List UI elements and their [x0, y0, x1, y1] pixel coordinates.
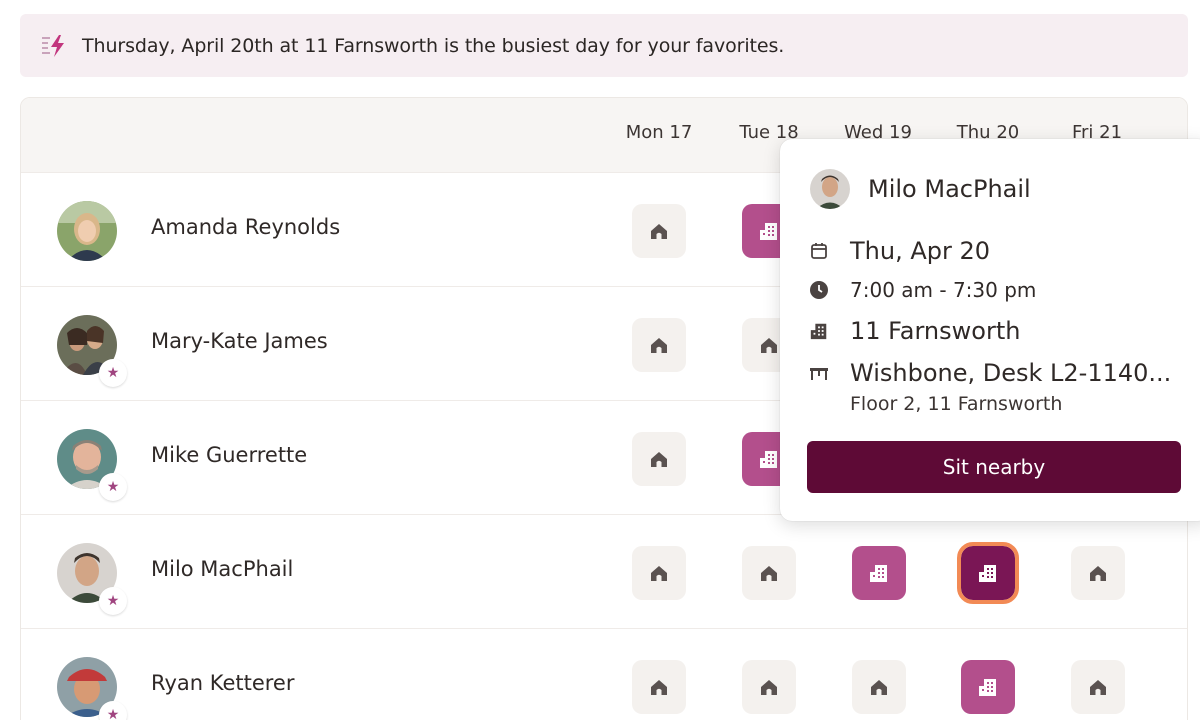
- popover-time: 7:00 am - 7:30 pm: [850, 278, 1037, 302]
- popover-building: 11 Farnsworth: [850, 317, 1021, 345]
- avatar[interactable]: [57, 201, 117, 261]
- home-icon: [651, 224, 667, 239]
- home-day-cell[interactable]: [632, 660, 686, 714]
- favorite-star-icon: ★: [99, 473, 127, 501]
- office-day-cell[interactable]: [852, 546, 906, 600]
- popover-building-line: 11 Farnsworth: [808, 317, 1020, 345]
- home-icon: [871, 680, 887, 695]
- home-icon: [761, 680, 777, 695]
- clock-icon: [808, 279, 830, 301]
- office-day-cell-selected[interactable]: [957, 542, 1019, 604]
- calendar-icon: [808, 240, 830, 262]
- avatar[interactable]: ★: [57, 429, 127, 501]
- popover-desk-line: Wishbone, Desk L2-1140...: [808, 359, 1171, 387]
- popover-floor: Floor 2, 11 Farnsworth: [850, 393, 1063, 415]
- popover-time-line: 7:00 am - 7:30 pm: [808, 278, 1036, 302]
- popover-date: Thu, Apr 20: [850, 237, 991, 265]
- table-row[interactable]: ★ Milo MacPhail: [21, 514, 1187, 628]
- building-icon: [760, 223, 777, 240]
- person-name: Ryan Ketterer: [151, 671, 295, 695]
- favorite-star-icon: ★: [99, 359, 127, 387]
- home-icon: [1090, 566, 1106, 581]
- home-day-cell[interactable]: [852, 660, 906, 714]
- home-icon: [651, 680, 667, 695]
- table-row[interactable]: ★ Ryan Ketterer: [21, 628, 1187, 720]
- home-day-cell[interactable]: [632, 318, 686, 372]
- building-icon: [979, 679, 996, 696]
- avatar: [810, 169, 850, 209]
- bolt-icon: [40, 32, 72, 60]
- popover-date-line: Thu, Apr 20: [808, 237, 990, 265]
- avatar[interactable]: ★: [57, 315, 127, 387]
- building-icon: [979, 565, 996, 582]
- home-icon: [761, 566, 777, 581]
- banner-text: Thursday, April 20th at 11 Farnsworth is…: [82, 34, 785, 57]
- home-day-cell[interactable]: [1071, 660, 1125, 714]
- desk-icon: [808, 362, 830, 384]
- home-day-cell[interactable]: [1071, 546, 1125, 600]
- sit-nearby-button[interactable]: Sit nearby: [807, 441, 1181, 493]
- popover-header: Milo MacPhail: [810, 169, 1031, 209]
- day-header: Mon 17: [625, 122, 693, 143]
- building-icon: [760, 451, 777, 468]
- popover-person-name: Milo MacPhail: [868, 175, 1031, 203]
- person-name: Milo MacPhail: [151, 557, 294, 581]
- favorite-star-icon: ★: [99, 701, 127, 720]
- favorite-star-icon: ★: [99, 587, 127, 615]
- home-day-cell[interactable]: [742, 546, 796, 600]
- home-day-cell[interactable]: [632, 432, 686, 486]
- avatar[interactable]: ★: [57, 543, 127, 615]
- office-day-cell[interactable]: [961, 660, 1015, 714]
- popover-desk: Wishbone, Desk L2-1140...: [850, 359, 1172, 387]
- person-name: Mary-Kate James: [151, 329, 328, 353]
- building-icon: [808, 320, 830, 342]
- home-day-cell[interactable]: [742, 660, 796, 714]
- avatar[interactable]: ★: [57, 657, 127, 720]
- home-day-cell[interactable]: [632, 204, 686, 258]
- insight-banner: Thursday, April 20th at 11 Farnsworth is…: [20, 14, 1188, 77]
- home-icon: [651, 338, 667, 353]
- home-icon: [651, 566, 667, 581]
- home-icon: [761, 338, 777, 353]
- home-icon: [1090, 680, 1106, 695]
- home-day-cell[interactable]: [632, 546, 686, 600]
- building-icon: [870, 565, 887, 582]
- person-name: Mike Guerrette: [151, 443, 308, 467]
- person-name: Amanda Reynolds: [151, 215, 341, 239]
- booking-popover: Milo MacPhail Thu, Apr 20 7:00 am - 7:30…: [780, 139, 1200, 521]
- home-icon: [651, 452, 667, 467]
